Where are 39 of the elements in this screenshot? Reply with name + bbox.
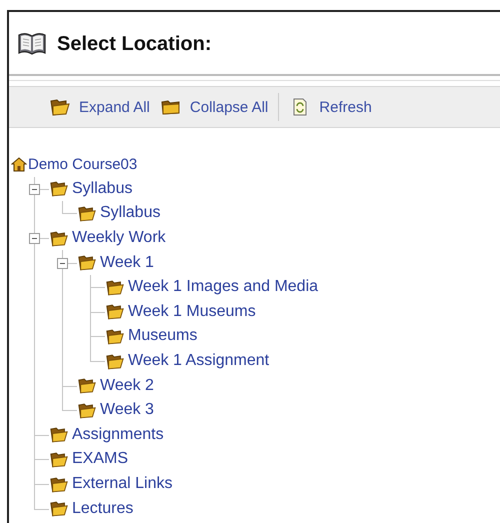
open-folder-icon — [105, 302, 125, 322]
tree-item[interactable]: Syllabus — [100, 204, 160, 222]
open-folder-icon — [77, 400, 97, 420]
open-folder-icon — [105, 326, 125, 346]
tree-item[interactable]: Week 1 Images and Media — [128, 278, 318, 296]
tree-item[interactable]: Week 1 — [100, 254, 154, 272]
tree-item[interactable]: Lectures — [72, 500, 134, 518]
tree-item[interactable]: Demo Course03 — [28, 156, 138, 173]
toolbar-link[interactable]: Expand All — [49, 95, 150, 119]
book-icon — [17, 31, 47, 57]
tree-item[interactable]: Museums — [128, 327, 198, 346]
open-folder-icon — [49, 425, 69, 444]
collapse-toggle[interactable] — [57, 258, 68, 269]
open-folder-icon — [105, 352, 125, 371]
tree-item[interactable]: Week 2 — [100, 376, 154, 395]
open-folder-icon — [77, 376, 97, 396]
open-folder-icon — [49, 474, 69, 494]
panel-title: Select Location: — [57, 32, 212, 56]
tree-item[interactable]: Syllabus — [72, 180, 132, 198]
tree-item[interactable]: Week 1 Assignment — [128, 352, 270, 370]
tree-item[interactable]: EXAMS — [72, 450, 128, 468]
house-icon — [11, 156, 27, 172]
toolbar-link[interactable]: Collapse All — [160, 95, 268, 119]
tree-item[interactable]: Week 1 Museums — [128, 302, 256, 321]
open-folder-icon — [49, 97, 71, 117]
open-folder-icon — [49, 179, 69, 198]
collapse-toggle[interactable] — [29, 184, 40, 195]
open-folder-icon — [49, 499, 69, 518]
tree-item[interactable]: Week 3 — [100, 401, 154, 420]
open-folder-icon — [77, 253, 97, 272]
open-folder-icon — [49, 228, 69, 248]
tree-item[interactable]: Assignments — [72, 426, 164, 444]
open-folder-icon — [105, 278, 125, 297]
toolbar-link[interactable]: Refresh — [289, 95, 372, 119]
tree-item[interactable]: External Links — [72, 475, 172, 494]
open-folder-icon — [77, 204, 97, 223]
tree-item[interactable]: Weekly Work — [72, 229, 166, 248]
open-folder-icon — [49, 450, 69, 469]
collapse-toggle[interactable] — [29, 233, 40, 244]
